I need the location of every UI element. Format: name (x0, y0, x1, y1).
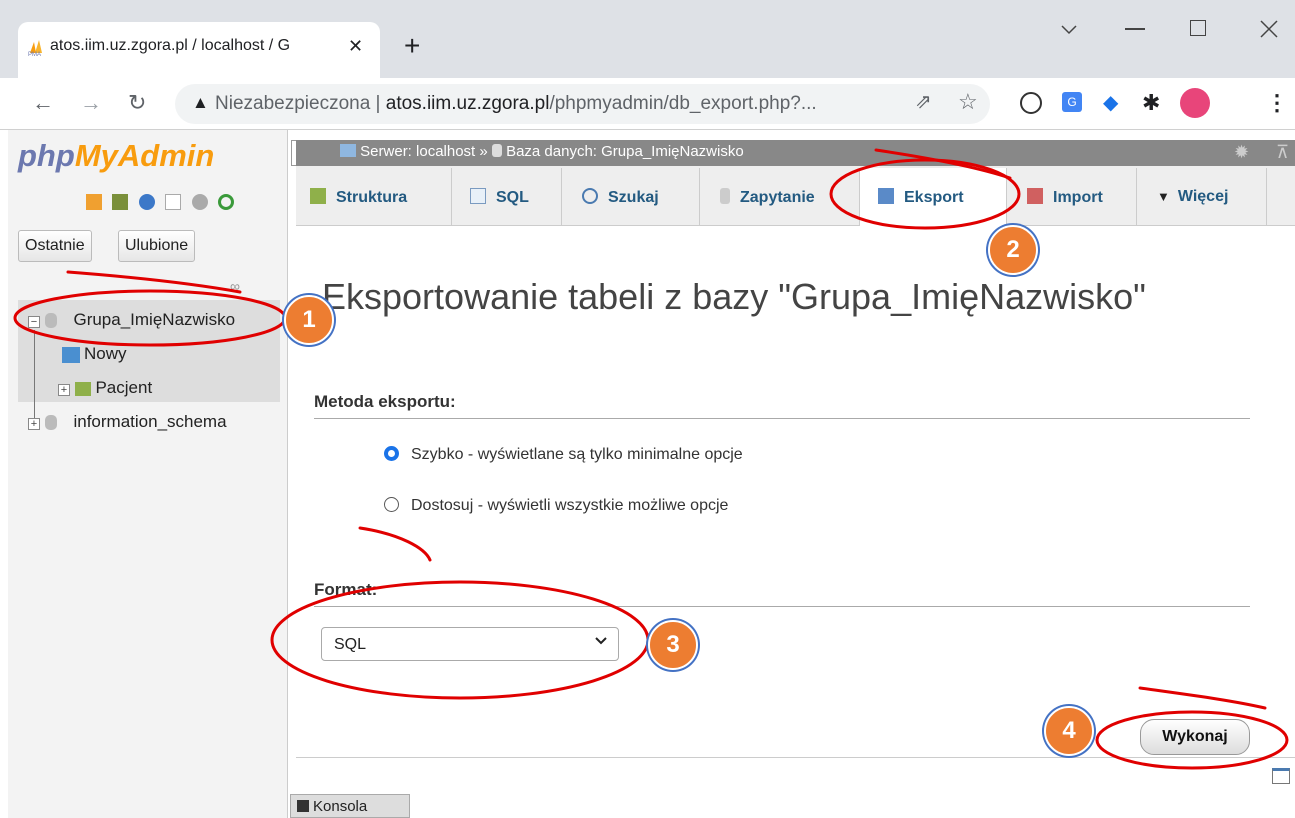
step-badge-1: 1 (284, 295, 334, 345)
step-badge-4: 4 (1044, 706, 1094, 756)
annotation-overlay (13, 148, 1289, 770)
step-badge-3: 3 (648, 620, 698, 670)
annotation-ellipse (829, 158, 1021, 230)
annotation-stroke (66, 270, 242, 294)
step-badge-2: 2 (988, 225, 1038, 275)
annotation-ellipse (1095, 710, 1289, 770)
annotation-ellipse (13, 289, 287, 347)
annotation-ellipse (270, 580, 650, 700)
annotation-stroke (358, 526, 432, 562)
annotation-stroke (874, 148, 1012, 180)
annotation-stroke (1138, 686, 1267, 710)
